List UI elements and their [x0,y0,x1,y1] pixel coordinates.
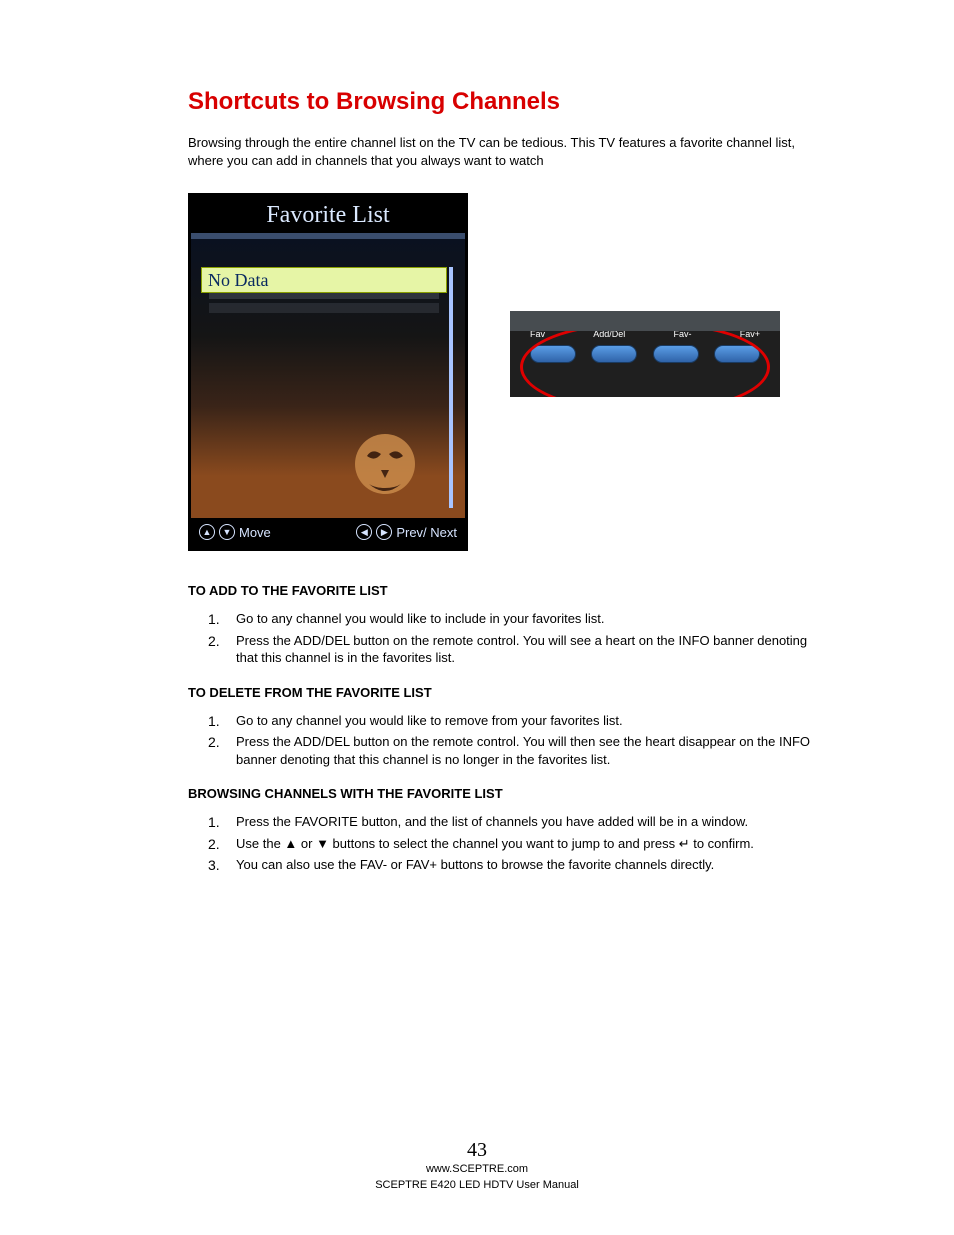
pumpkin-skull-art [345,426,425,526]
prevnext-hint: ◀ ▶ Prev/ Next [356,524,457,540]
del-step-1: Go to any channel you would like to remo… [236,713,623,728]
section-head-add: TO ADD TO THE FAVORITE LIST [188,583,839,598]
move-hint: ▲ ▼ Move [199,524,271,540]
remote-label-fav: Fav [530,329,545,339]
browse-step-3: You can also use the FAV- or FAV+ button… [236,857,714,872]
tv-screenshot-title: Favorite List [191,196,465,239]
browse-steps: 1.Press the FAVORITE button, and the lis… [188,813,839,874]
intro-text: Browsing through the entire channel list… [188,134,808,169]
left-arrow-icon: ◀ [356,524,372,540]
add-step-1: Go to any channel you would like to incl… [236,611,605,626]
tv-scrollbar [449,267,453,508]
red-ellipse-highlight [520,323,770,397]
del-step-2: Press the ADD/DEL button on the remote c… [236,734,810,767]
browse-step-1: Press the FAVORITE button, and the list … [236,814,748,829]
down-arrow-icon: ▼ [219,524,235,540]
footer-url: www.SCEPTRE.com [0,1162,954,1177]
remote-buttons-photo: Fav Add/Del Fav- Fav+ [510,311,780,397]
page-title: Shortcuts to Browsing Channels [188,88,839,116]
prevnext-label: Prev/ Next [396,525,457,540]
up-arrow-icon: ▲ [199,524,215,540]
move-label: Move [239,525,271,540]
add-steps: 1.Go to any channel you would like to in… [188,610,839,667]
add-step-2: Press the ADD/DEL button on the remote c… [236,633,807,666]
section-head-del: TO DELETE FROM THE FAVORITE LIST [188,685,839,700]
footer-manual: SCEPTRE E420 LED HDTV User Manual [0,1178,954,1193]
right-arrow-icon: ▶ [376,524,392,540]
favorite-list-screenshot: Favorite List No Data ▲ ▼ Move ◀ [188,193,468,551]
tv-highlight-row: No Data [201,267,447,293]
section-head-browse: BROWSING CHANNELS WITH THE FAVORITE LIST [188,786,839,801]
page-number: 43 [0,1139,954,1162]
browse-step-2: Use the ▲ or ▼ buttons to select the cha… [236,836,754,851]
del-steps: 1.Go to any channel you would like to re… [188,712,839,769]
